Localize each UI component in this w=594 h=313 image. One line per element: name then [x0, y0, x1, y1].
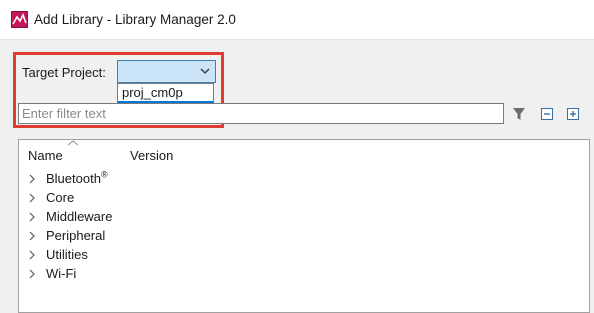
library-tree: Name Version Bluetooth® Core Middleware … [18, 139, 590, 313]
tree-item-label: Core [46, 190, 75, 205]
tree-item-label: Middleware [46, 209, 113, 224]
collapse-all-icon[interactable] [539, 106, 555, 122]
title-bar: Add Library - Library Manager 2.0 [0, 0, 594, 40]
column-header-version[interactable]: Version [130, 148, 173, 163]
tree-item-utilities[interactable]: Utilities [28, 246, 328, 264]
chevron-right-icon[interactable] [28, 192, 36, 204]
sort-ascending-icon [67, 140, 79, 146]
expand-all-icon[interactable] [565, 106, 581, 122]
tree-item-wi-fi[interactable]: Wi-Fi [28, 265, 328, 283]
tree-item-label: Utilities [46, 247, 88, 262]
tree-item-label: Wi-Fi [46, 266, 77, 281]
filter-icon[interactable] [511, 106, 527, 122]
window-title: Add Library - Library Manager 2.0 [34, 12, 236, 27]
tree-item-core[interactable]: Core [28, 189, 328, 207]
chevron-right-icon[interactable] [28, 249, 36, 261]
tree-item-middleware[interactable]: Middleware [28, 208, 328, 226]
tree-item-label: Bluetooth® [46, 169, 108, 186]
column-header-name[interactable]: Name [28, 148, 63, 163]
library-manager-app-icon [11, 11, 28, 28]
filter-field[interactable] [18, 103, 504, 124]
tree-item-peripheral[interactable]: Peripheral [28, 227, 328, 245]
chevron-right-icon[interactable] [28, 211, 36, 223]
filter-input[interactable] [19, 104, 503, 123]
tree-item-bluetooth[interactable]: Bluetooth® [28, 170, 328, 188]
registered-mark: ® [100, 169, 108, 180]
chevron-right-icon[interactable] [28, 230, 36, 242]
tree-item-label: Peripheral [46, 228, 106, 243]
chevron-right-icon[interactable] [28, 173, 36, 185]
chevron-right-icon[interactable] [28, 268, 36, 280]
